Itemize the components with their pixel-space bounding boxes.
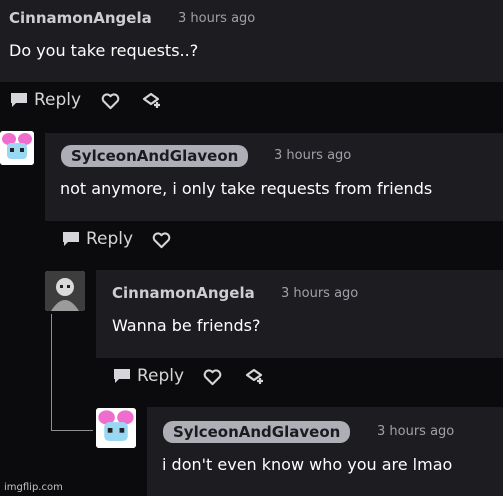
comment-username[interactable]: SylceonAndGlaveon bbox=[61, 145, 249, 167]
thread-connector-line bbox=[51, 430, 93, 431]
comment-timestamp: 3 hours ago bbox=[281, 286, 359, 301]
comment-text: Wanna be friends? bbox=[112, 316, 261, 335]
reply-bubble-icon bbox=[10, 92, 28, 108]
reply-button[interactable]: Reply bbox=[113, 366, 184, 386]
remix-icon[interactable] bbox=[141, 92, 162, 110]
comment-timestamp: 3 hours ago bbox=[178, 11, 256, 26]
comment-username[interactable]: SylceonAndGlaveon bbox=[163, 421, 351, 443]
reply-bubble-icon bbox=[113, 368, 131, 384]
comment-text: Do you take requests..? bbox=[9, 41, 199, 60]
thread-connector-line bbox=[51, 314, 52, 431]
reply-button[interactable]: Reply bbox=[10, 90, 81, 110]
comment-username[interactable]: CinnamonAngela bbox=[112, 284, 255, 302]
comment-timestamp: 3 hours ago bbox=[377, 424, 455, 439]
avatar[interactable] bbox=[0, 131, 34, 165]
watermark: imgflip.com bbox=[4, 482, 63, 493]
avatar[interactable] bbox=[45, 271, 85, 311]
comment-timestamp: 3 hours ago bbox=[274, 148, 352, 163]
reply-label: Reply bbox=[86, 229, 134, 249]
heart-icon[interactable] bbox=[152, 232, 171, 249]
reply-button[interactable]: Reply bbox=[62, 229, 133, 249]
heart-icon[interactable] bbox=[101, 93, 120, 110]
reply-label: Reply bbox=[34, 90, 82, 110]
comment-text: i don't even know who you are lmao bbox=[162, 455, 453, 474]
reply-bubble-icon bbox=[62, 231, 80, 247]
heart-icon[interactable] bbox=[203, 369, 222, 386]
reply-label: Reply bbox=[137, 366, 185, 386]
comment-username[interactable]: CinnamonAngela bbox=[9, 9, 152, 27]
avatar[interactable] bbox=[96, 408, 136, 448]
remix-icon[interactable] bbox=[244, 368, 265, 386]
comment-text: not anymore, i only take requests from f… bbox=[60, 179, 433, 198]
